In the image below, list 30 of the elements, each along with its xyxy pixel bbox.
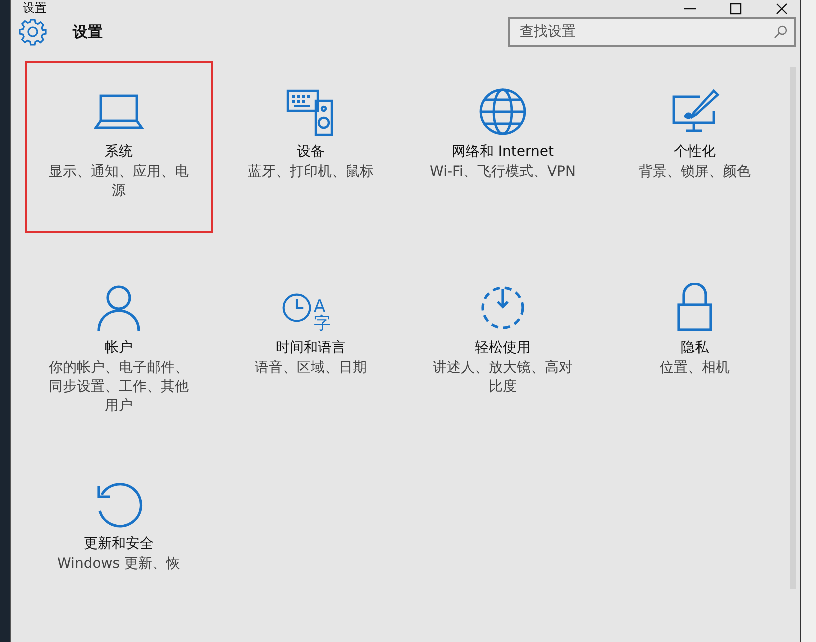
tile-description: Windows 更新、恢 [56, 555, 182, 574]
window-title: 设置 [23, 0, 47, 17]
settings-tile[interactable]: 隐私 位置、相机 [601, 257, 789, 429]
tile-description: 背景、锁屏、颜色 [638, 163, 752, 182]
tile-title: 网络和 Internet [452, 143, 554, 161]
tile-title: 个性化 [674, 143, 716, 161]
settings-tile[interactable]: A字 时间和语言 语音、区域、日期 [217, 257, 405, 429]
settings-tile[interactable]: 更新和安全 Windows 更新、恢 [25, 453, 213, 625]
settings-tile[interactable]: 网络和 Internet Wi-Fi、飞行模式、VPN [409, 61, 597, 233]
tile-description: Wi-Fi、飞行模式、VPN [430, 163, 576, 182]
tile-title: 轻松使用 [475, 339, 531, 357]
settings-tile[interactable]: 设备 蓝牙、打印机、鼠标 [217, 61, 405, 233]
tile-description: 显示、通知、应用、电源 [48, 163, 190, 201]
tile-description: 你的帐户、电子邮件、同步设置、工作、其他用户 [48, 359, 190, 416]
settings-tile[interactable]: 系统 显示、通知、应用、电源 [25, 61, 213, 233]
tile-description: 位置、相机 [659, 359, 731, 378]
tile-title: 系统 [105, 143, 133, 161]
tile-title: 更新和安全 [84, 535, 154, 553]
tile-title: 时间和语言 [276, 339, 346, 357]
tile-description: 蓝牙、打印机、鼠标 [247, 163, 375, 182]
settings-tile[interactable]: 个性化 背景、锁屏、颜色 [601, 61, 789, 233]
settings-tile[interactable]: 轻松使用 讲述人、放大镜、高对比度 [409, 257, 597, 429]
tile-title: 设备 [297, 143, 325, 161]
tile-title: 帐户 [105, 339, 133, 357]
tile-title: 隐私 [681, 339, 709, 357]
tile-description: 语音、区域、日期 [254, 359, 368, 378]
page-title: 设置 [73, 22, 103, 42]
search-field[interactable]: 查找设置 [508, 17, 796, 47]
tile-description: 讲述人、放大镜、高对比度 [432, 359, 574, 397]
settings-tile[interactable]: 帐户 你的帐户、电子邮件、同步设置、工作、其他用户 [25, 257, 213, 429]
